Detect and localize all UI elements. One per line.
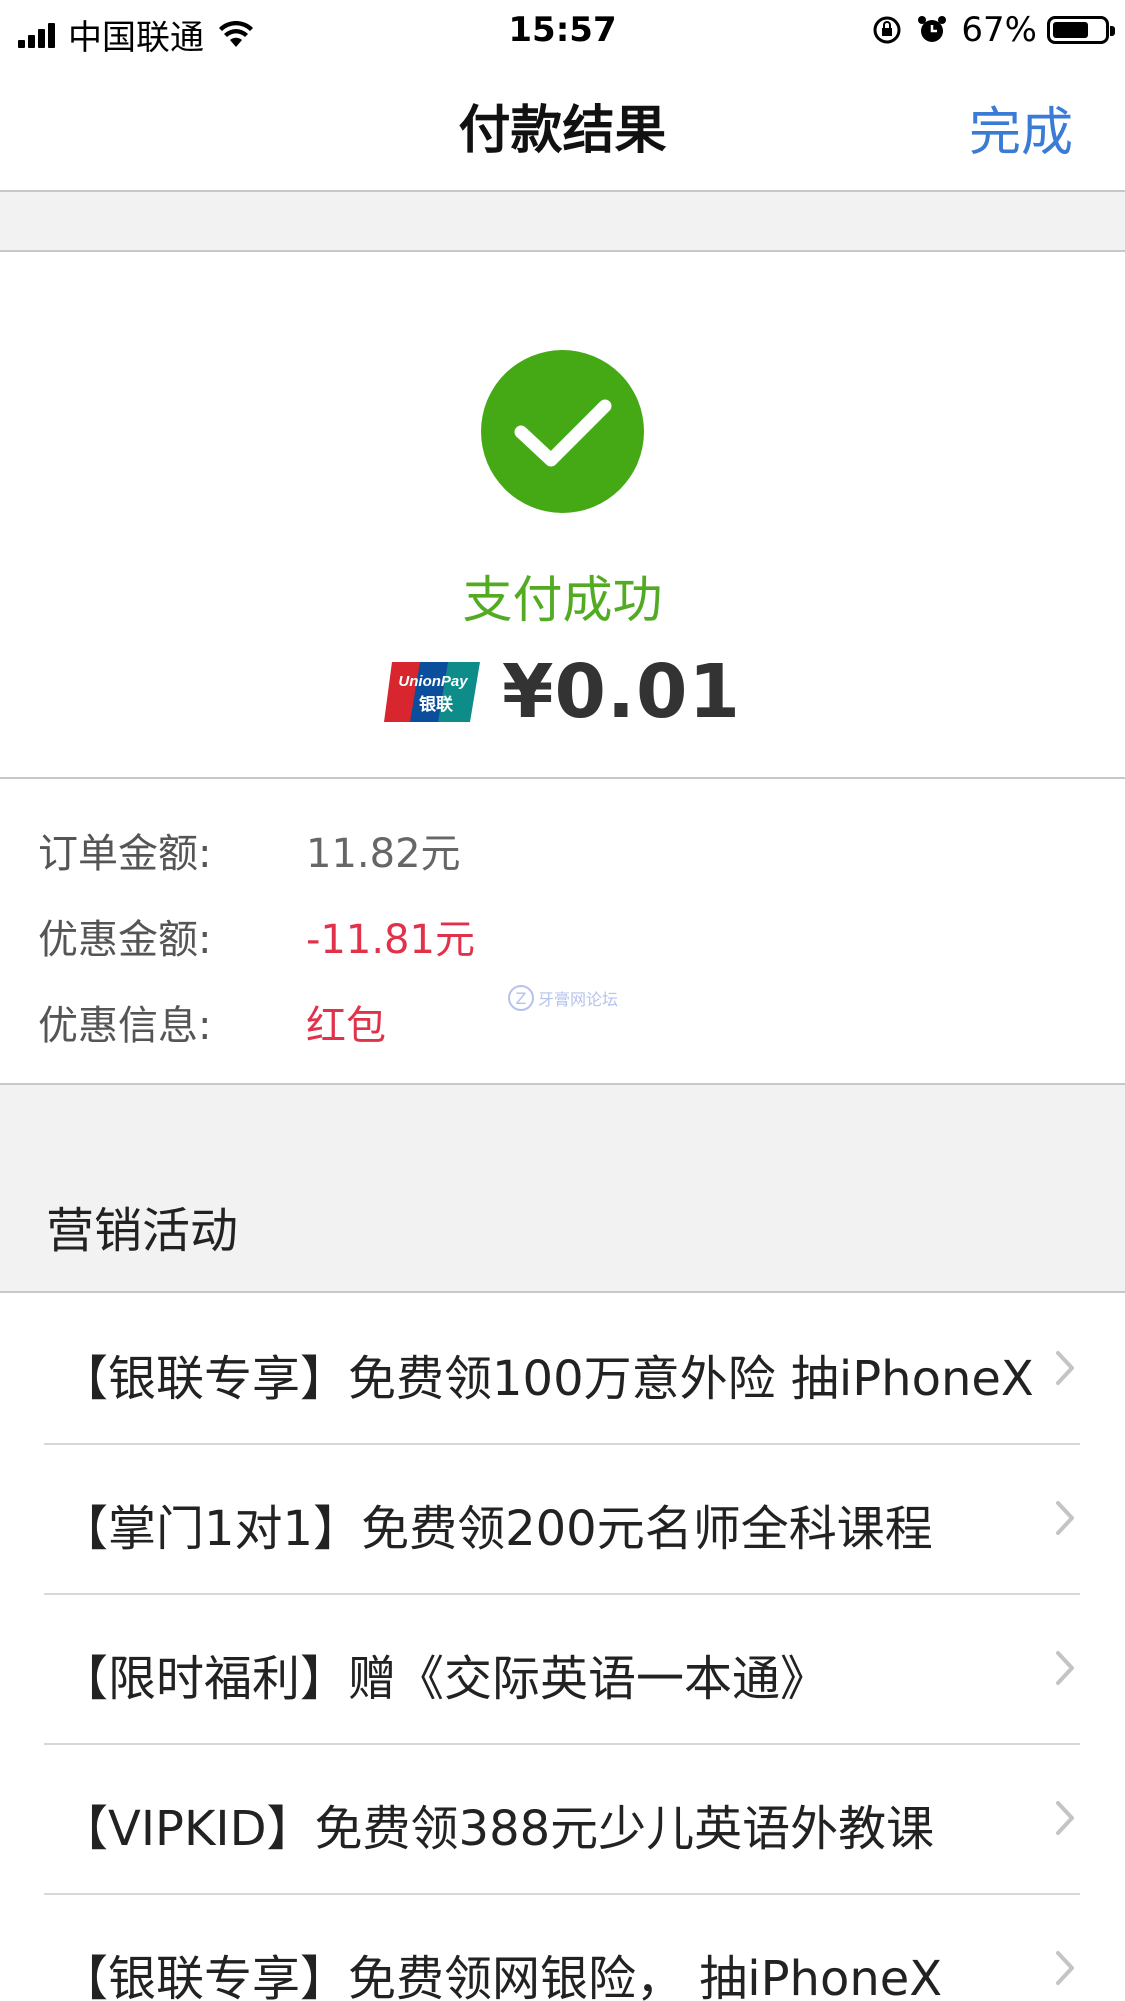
promo-label: 【掌门1对1】免费领200元名师全科课程 bbox=[60, 1501, 933, 1557]
battery-icon bbox=[1047, 16, 1115, 44]
chevron-right-icon bbox=[1056, 1351, 1074, 1385]
detail-label: 优惠信息: bbox=[38, 1003, 212, 1049]
chevron-right-icon bbox=[1056, 1801, 1074, 1835]
section-spacer bbox=[0, 192, 1125, 252]
promo-label: 【VIPKID】免费领388元少儿英语外教课 bbox=[60, 1801, 935, 1857]
detail-label: 优惠金额: bbox=[38, 917, 212, 963]
list-item[interactable]: 【银联专享】免费领100万意外险 抽iPhoneX bbox=[44, 1293, 1080, 1445]
rotation-lock-icon bbox=[873, 16, 901, 44]
paid-amount: ¥0.01 bbox=[501, 649, 742, 735]
discount-info-value: 红包 bbox=[306, 1003, 386, 1049]
detail-label: 订单金额: bbox=[38, 831, 212, 877]
chevron-right-icon bbox=[1056, 1951, 1074, 1985]
done-button[interactable]: 完成 bbox=[969, 90, 1073, 165]
success-check-icon bbox=[481, 350, 644, 513]
navigation-bar: 付款结果 完成 bbox=[0, 60, 1125, 192]
page-title: 付款结果 bbox=[458, 101, 667, 161]
marketing-section-header: 营销活动 bbox=[0, 1083, 1125, 1293]
marketing-title: 营销活动 bbox=[46, 1203, 239, 1259]
watermark-logo-icon: Z bbox=[508, 985, 534, 1011]
unionpay-logo-cn: 银联 bbox=[419, 694, 453, 715]
promo-label: 【银联专享】免费领100万意外险 抽iPhoneX bbox=[60, 1351, 1034, 1407]
unionpay-logo-icon: UnionPay 银联 bbox=[383, 662, 480, 722]
promo-label: 【银联专享】免费领网银险， 抽iPhoneX bbox=[60, 1951, 943, 2001]
list-item[interactable]: 【限时福利】赠《交际英语一本通》 bbox=[44, 1593, 1080, 1745]
watermark: Z 牙膏网论坛 bbox=[508, 985, 618, 1011]
list-item[interactable]: 【掌门1对1】免费领200元名师全科课程 bbox=[44, 1443, 1080, 1595]
status-bar: 中国联通 15:57 67% bbox=[0, 0, 1125, 60]
battery-percent: 67% bbox=[961, 10, 1037, 50]
alarm-icon bbox=[918, 16, 947, 42]
status-right: 67% bbox=[871, 10, 1115, 50]
payment-result-card: 支付成功 UnionPay 银联 ¥0.01 bbox=[0, 252, 1125, 779]
discount-amount-value: -11.81元 bbox=[306, 917, 475, 963]
list-item[interactable]: 【VIPKID】免费领388元少儿英语外教课 bbox=[44, 1743, 1080, 1895]
order-details: 订单金额: 11.82元 优惠金额: -11.81元 优惠信息: 红包 Z 牙膏… bbox=[0, 779, 1125, 1083]
order-amount-value: 11.82元 bbox=[306, 831, 461, 877]
amount-row: UnionPay 银联 ¥0.01 bbox=[0, 649, 1125, 735]
payment-status: 支付成功 bbox=[462, 571, 663, 629]
list-item[interactable]: 【银联专享】免费领网银险， 抽iPhoneX bbox=[44, 1893, 1080, 2001]
chevron-right-icon bbox=[1056, 1501, 1074, 1535]
unionpay-logo-text: UnionPay bbox=[398, 673, 468, 690]
promo-list: 【银联专享】免费领100万意外险 抽iPhoneX 【掌门1对1】免费领200元… bbox=[0, 1293, 1125, 2001]
promo-label: 【限时福利】赠《交际英语一本通》 bbox=[60, 1651, 829, 1707]
chevron-right-icon bbox=[1056, 1651, 1074, 1685]
watermark-text: 牙膏网论坛 bbox=[538, 990, 619, 1009]
